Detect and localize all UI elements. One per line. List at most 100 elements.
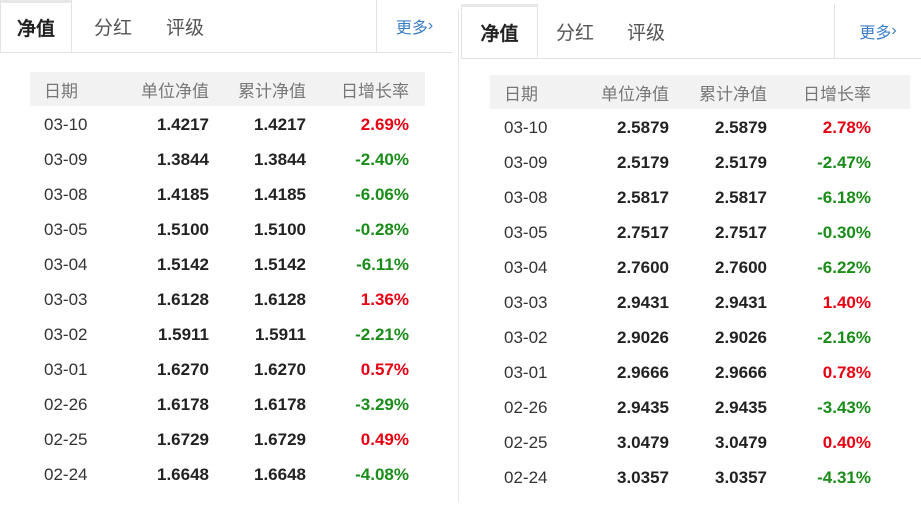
cell-date: 02-26	[504, 397, 548, 417]
cell-unit-nav: 1.5100	[157, 219, 209, 239]
table-row: 03-01 1.6270 1.6270 0.57%	[30, 352, 425, 387]
panel-divider	[458, 10, 459, 502]
cell-cum-nav: 1.6128	[254, 289, 306, 309]
table-row: 02-26 2.9435 2.9435 -3.43%	[490, 390, 910, 425]
more-link[interactable]: 更多 ›	[376, 0, 452, 52]
cell-date: 03-05	[44, 219, 88, 239]
tab-dividend[interactable]: 分红	[94, 0, 132, 52]
cell-cum-nav: 1.5911	[254, 324, 306, 344]
table-row: 03-02 2.9026 2.9026 -2.16%	[490, 320, 910, 355]
cell-daily-change: -3.29%	[355, 394, 409, 414]
cell-daily-change: 2.78%	[822, 117, 871, 137]
table-row: 03-05 1.5100 1.5100 -0.28%	[30, 212, 425, 247]
table-row: 03-03 1.6128 1.6128 1.36%	[30, 282, 425, 317]
table-row: 03-09 2.5179 2.5179 -2.47%	[490, 145, 910, 180]
header-unit-nav: 单位净值	[141, 81, 209, 101]
cell-cum-nav: 1.5100	[254, 219, 306, 239]
cell-unit-nav: 2.7517	[617, 222, 669, 242]
cell-cum-nav: 1.6178	[254, 394, 306, 414]
cell-unit-nav: 1.5142	[157, 254, 209, 274]
table-row: 03-09 1.3844 1.3844 -2.40%	[30, 142, 425, 177]
cell-unit-nav: 2.7600	[617, 257, 669, 277]
table-row: 03-08 1.4185 1.4185 -6.06%	[30, 177, 425, 212]
header-unit-nav: 单位净值	[601, 84, 669, 104]
cell-cum-nav: 1.6648	[254, 464, 306, 484]
tab-rating[interactable]: 评级	[166, 0, 204, 52]
more-label: 更多	[395, 20, 428, 37]
cell-cum-nav: 1.6270	[254, 359, 306, 379]
cell-date: 03-08	[504, 187, 548, 207]
table-row: 03-05 2.7517 2.7517 -0.30%	[490, 215, 910, 250]
cell-unit-nav: 2.9666	[617, 362, 669, 382]
table-row: 02-25 1.6729 1.6729 0.49%	[30, 422, 425, 457]
cell-unit-nav: 1.3844	[157, 149, 209, 169]
tab-nav[interactable]: 净值	[0, 0, 72, 52]
more-link[interactable]: 更多 ›	[834, 4, 921, 58]
cell-date: 03-01	[504, 362, 548, 382]
cell-cum-nav: 2.5179	[715, 152, 767, 172]
cell-daily-change: -0.28%	[355, 219, 409, 239]
tab-bar: 净值 分红 评级 更多 ›	[0, 0, 452, 53]
cell-cum-nav: 2.5879	[715, 117, 767, 137]
cell-cum-nav: 2.5817	[715, 187, 767, 207]
cell-date: 03-04	[504, 257, 548, 277]
cell-unit-nav: 1.6128	[157, 289, 209, 309]
table-row: 03-04 2.7600 2.7600 -6.22%	[490, 250, 910, 285]
fund-nav-panel-right: 净值 分红 评级 更多 › 日期 单位净值 累计净值 日增长率 03-10 2.58…	[461, 0, 921, 512]
tab-dividend[interactable]: 分红	[556, 4, 594, 58]
cell-cum-nav: 3.0479	[715, 432, 767, 452]
cell-daily-change: 2.69%	[360, 114, 409, 134]
cell-unit-nav: 3.0479	[617, 432, 669, 452]
cell-date: 03-04	[44, 254, 88, 274]
cell-daily-change: -4.08%	[355, 464, 409, 484]
cell-unit-nav: 1.6648	[157, 464, 209, 484]
header-cum-nav: 累计净值	[699, 84, 767, 104]
cell-date: 03-03	[44, 289, 88, 309]
cell-daily-change: -6.11%	[356, 254, 409, 274]
table-row: 03-10 2.5879 2.5879 2.78%	[490, 110, 910, 145]
tab-rating[interactable]: 评级	[627, 4, 665, 58]
cell-unit-nav: 2.5879	[617, 117, 669, 137]
cell-cum-nav: 1.5142	[254, 254, 306, 274]
cell-cum-nav: 1.6729	[254, 429, 306, 449]
cell-daily-change: 0.40%	[822, 432, 871, 452]
header-date: 日期	[44, 81, 78, 101]
cell-cum-nav: 2.9431	[715, 292, 767, 312]
cell-unit-nav: 1.6270	[157, 359, 209, 379]
cell-date: 03-01	[44, 359, 88, 379]
cell-date: 02-24	[504, 467, 548, 487]
cell-daily-change: -0.30%	[817, 222, 871, 242]
cell-unit-nav: 2.9435	[617, 397, 669, 417]
cell-date: 02-24	[44, 464, 88, 484]
tab-nav[interactable]: 净值	[461, 4, 538, 58]
table-row: 03-10 1.4217 1.4217 2.69%	[30, 107, 425, 142]
cell-daily-change: -2.47%	[817, 152, 871, 172]
cell-date: 03-10	[504, 117, 548, 137]
chevron-right-icon: ›	[427, 17, 434, 34]
cell-daily-change: 0.57%	[360, 359, 409, 379]
cell-daily-change: -4.31%	[817, 467, 871, 487]
cell-cum-nav: 3.0357	[715, 467, 767, 487]
table-row: 03-02 1.5911 1.5911 -2.21%	[30, 317, 425, 352]
cell-unit-nav: 2.9431	[617, 292, 669, 312]
table-row: 03-01 2.9666 2.9666 0.78%	[490, 355, 910, 390]
cell-daily-change: -2.21%	[355, 324, 409, 344]
cell-daily-change: 1.36%	[360, 289, 409, 309]
cell-date: 03-09	[504, 152, 548, 172]
cell-date: 02-26	[44, 394, 88, 414]
cell-date: 03-09	[44, 149, 88, 169]
cell-date: 03-03	[504, 292, 548, 312]
table-row: 03-03 2.9431 2.9431 1.40%	[490, 285, 910, 320]
table-header: 日期 单位净值 累计净值 日增长率	[490, 75, 910, 109]
cell-cum-nav: 2.9435	[715, 397, 767, 417]
cell-unit-nav: 2.5179	[617, 152, 669, 172]
table-row: 02-26 1.6178 1.6178 -3.29%	[30, 387, 425, 422]
tab-bar: 净值 分红 评级 更多 ›	[461, 4, 921, 59]
cell-daily-change: 0.49%	[360, 429, 409, 449]
cell-unit-nav: 1.6178	[157, 394, 209, 414]
cell-unit-nav: 1.4185	[157, 184, 209, 204]
cell-cum-nav: 2.7600	[715, 257, 767, 277]
cell-cum-nav: 1.4185	[254, 184, 306, 204]
cell-unit-nav: 2.9026	[617, 327, 669, 347]
cell-cum-nav: 2.7517	[715, 222, 767, 242]
